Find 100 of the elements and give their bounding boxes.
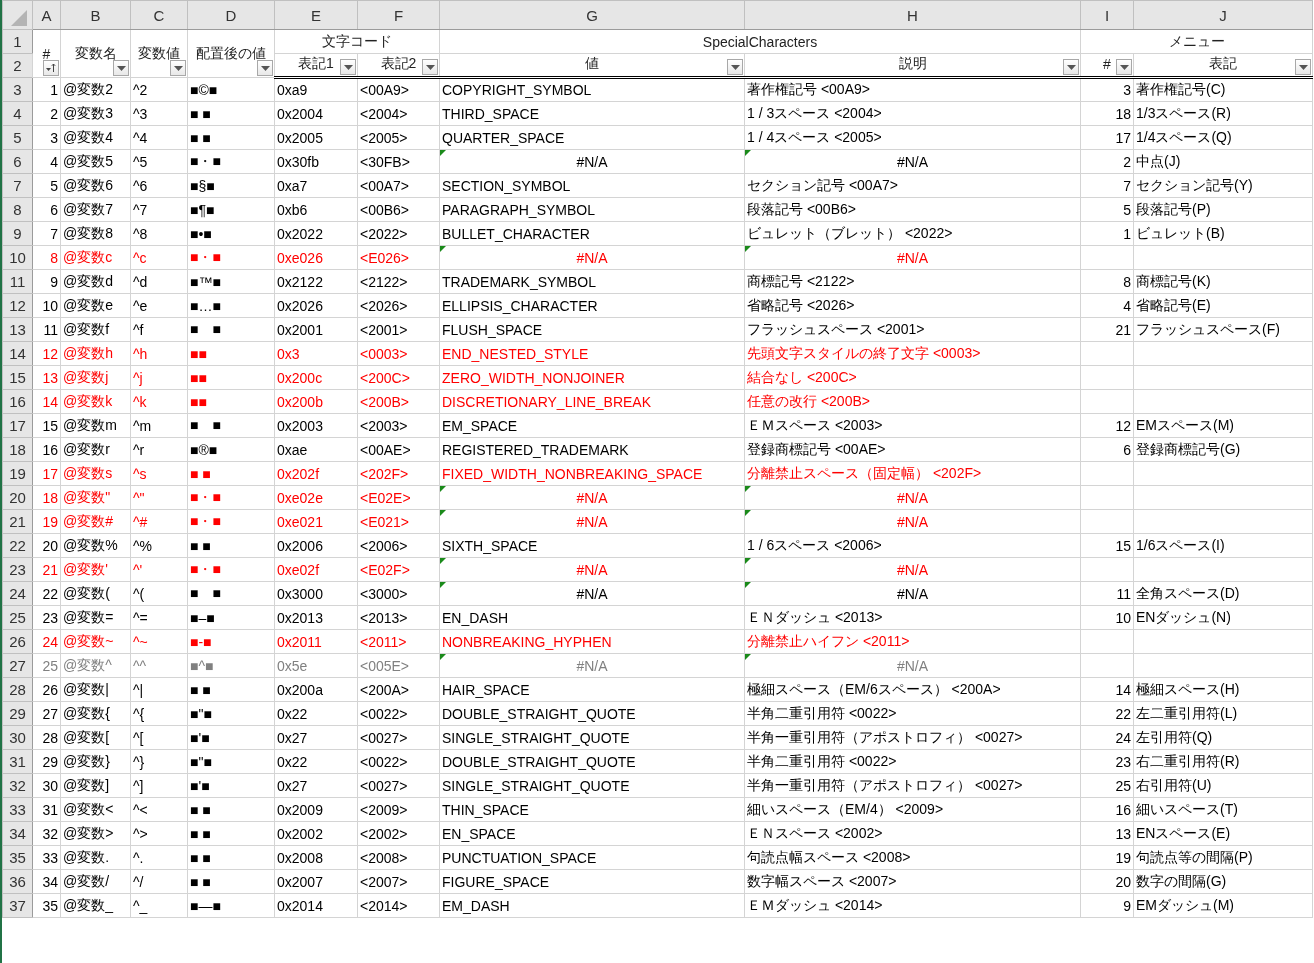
column-header[interactable]: A <box>32 0 61 30</box>
row-header[interactable]: 1 <box>2 29 33 54</box>
row-header[interactable]: 36 <box>2 869 33 894</box>
filter-dropdown-button[interactable] <box>170 60 186 76</box>
row-header[interactable]: 17 <box>2 413 33 438</box>
row-header[interactable]: 29 <box>2 701 33 726</box>
column-header[interactable]: I <box>1080 0 1134 30</box>
row-header[interactable]: 26 <box>2 629 33 654</box>
row-header[interactable]: 31 <box>2 749 33 774</box>
table-cell: 8 <box>1080 269 1134 294</box>
table-cell: QUARTER_SPACE <box>439 125 745 150</box>
table-cell: #N/A <box>744 581 1081 606</box>
table-cell: 0x2009 <box>274 797 358 822</box>
row-header[interactable]: 13 <box>2 317 33 342</box>
table-cell: ■…■ <box>187 293 275 318</box>
table-cell: 省略記号(E) <box>1133 293 1313 318</box>
table-cell: 2 <box>32 101 61 126</box>
table-cell: 句読点幅スペース <2008> <box>744 845 1081 870</box>
table-cell: ^_ <box>130 893 188 918</box>
table-cell: ZERO_WIDTH_NONJOINER <box>439 365 745 390</box>
table-cell: ^/ <box>130 869 188 894</box>
group-header-cell: メニュー <box>1080 29 1313 54</box>
row-header[interactable]: 11 <box>2 269 33 294</box>
table-cell: ＥＭスペース <2003> <box>744 413 1081 438</box>
column-header[interactable]: C <box>130 0 188 30</box>
filter-dropdown-button[interactable] <box>1116 59 1132 75</box>
row-header[interactable]: 24 <box>2 581 33 606</box>
row-header[interactable]: 19 <box>2 461 33 486</box>
table-cell: ^% <box>130 533 188 558</box>
row-header[interactable]: 2 <box>2 53 33 78</box>
table-cell: REGISTERED_TRADEMARK <box>439 437 745 462</box>
table-cell: ＥＮダッシュ <2013> <box>744 605 1081 630</box>
row-header[interactable]: 22 <box>2 533 33 558</box>
table-cell: 0xe021 <box>274 509 358 534</box>
table-cell: 著作権記号(C) <box>1133 77 1313 102</box>
row-header[interactable]: 18 <box>2 437 33 462</box>
table-cell: ■・■ <box>187 485 275 510</box>
table-cell: THIN_SPACE <box>439 797 745 822</box>
filter-dropdown-button[interactable] <box>727 59 743 75</box>
row-header[interactable]: 27 <box>2 653 33 678</box>
filter-dropdown-button[interactable] <box>340 59 356 75</box>
table-cell: #N/A <box>439 509 745 534</box>
row-header[interactable]: 20 <box>2 485 33 510</box>
table-cell: ^6 <box>130 173 188 198</box>
table-cell: 12 <box>32 341 61 366</box>
table-cell: ^d <box>130 269 188 294</box>
table-cell: 11 <box>32 317 61 342</box>
row-header[interactable]: 6 <box>2 149 33 174</box>
filter-dropdown-button[interactable] <box>1063 59 1079 75</box>
column-header[interactable]: F <box>357 0 440 30</box>
row-header[interactable]: 30 <box>2 725 33 750</box>
column-header[interactable]: J <box>1133 0 1313 30</box>
column-header[interactable]: E <box>274 0 358 30</box>
table-cell: @変数j <box>60 365 131 390</box>
table-cell: @変数7 <box>60 197 131 222</box>
row-header[interactable]: 10 <box>2 245 33 270</box>
table-cell: 1 <box>1080 221 1134 246</box>
row-header[interactable]: 15 <box>2 365 33 390</box>
filter-dropdown-button[interactable] <box>43 60 59 76</box>
row-header[interactable]: 14 <box>2 341 33 366</box>
filter-dropdown-button[interactable] <box>422 59 438 75</box>
column-header[interactable]: D <box>187 0 275 30</box>
row-header[interactable]: 32 <box>2 773 33 798</box>
row-header[interactable]: 37 <box>2 893 33 918</box>
row-header[interactable]: 21 <box>2 509 33 534</box>
row-header[interactable]: 34 <box>2 821 33 846</box>
row-header[interactable]: 9 <box>2 221 33 246</box>
sort-filter-icon <box>45 62 57 74</box>
table-cell: 16 <box>1080 797 1134 822</box>
row-header[interactable]: 35 <box>2 845 33 870</box>
table-cell: EN_SPACE <box>439 821 745 846</box>
row-header[interactable]: 25 <box>2 605 33 630</box>
row-header[interactable]: 7 <box>2 173 33 198</box>
column-header[interactable]: H <box>744 0 1081 30</box>
row-header[interactable]: 23 <box>2 557 33 582</box>
row-header[interactable]: 3 <box>2 77 33 102</box>
row-header[interactable]: 5 <box>2 125 33 150</box>
table-cell: 1/4スペース(Q) <box>1133 125 1313 150</box>
row-header[interactable]: 33 <box>2 797 33 822</box>
table-cell: @変数f <box>60 317 131 342</box>
filter-dropdown-button[interactable] <box>1295 59 1311 75</box>
table-cell: 34 <box>32 869 61 894</box>
table-cell: @変数k <box>60 389 131 414</box>
column-header[interactable]: G <box>439 0 745 30</box>
column-header[interactable]: B <box>60 0 131 30</box>
filter-dropdown-button[interactable] <box>257 60 273 76</box>
table-cell: 14 <box>32 389 61 414</box>
table-cell: EM_SPACE <box>439 413 745 438</box>
table-cell: EMダッシュ(M) <box>1133 893 1313 918</box>
filter-dropdown-button[interactable] <box>113 60 129 76</box>
caret-down-icon <box>260 65 270 71</box>
table-cell: <00A7> <box>357 173 440 198</box>
table-cell: ^f <box>130 317 188 342</box>
row-header[interactable]: 12 <box>2 293 33 318</box>
row-header[interactable]: 8 <box>2 197 33 222</box>
row-header[interactable]: 16 <box>2 389 33 414</box>
row-header[interactable]: 4 <box>2 101 33 126</box>
table-cell: 登録商標記号(G) <box>1133 437 1313 462</box>
table-cell: FIXED_WIDTH_NONBREAKING_SPACE <box>439 461 745 486</box>
row-header[interactable]: 28 <box>2 677 33 702</box>
